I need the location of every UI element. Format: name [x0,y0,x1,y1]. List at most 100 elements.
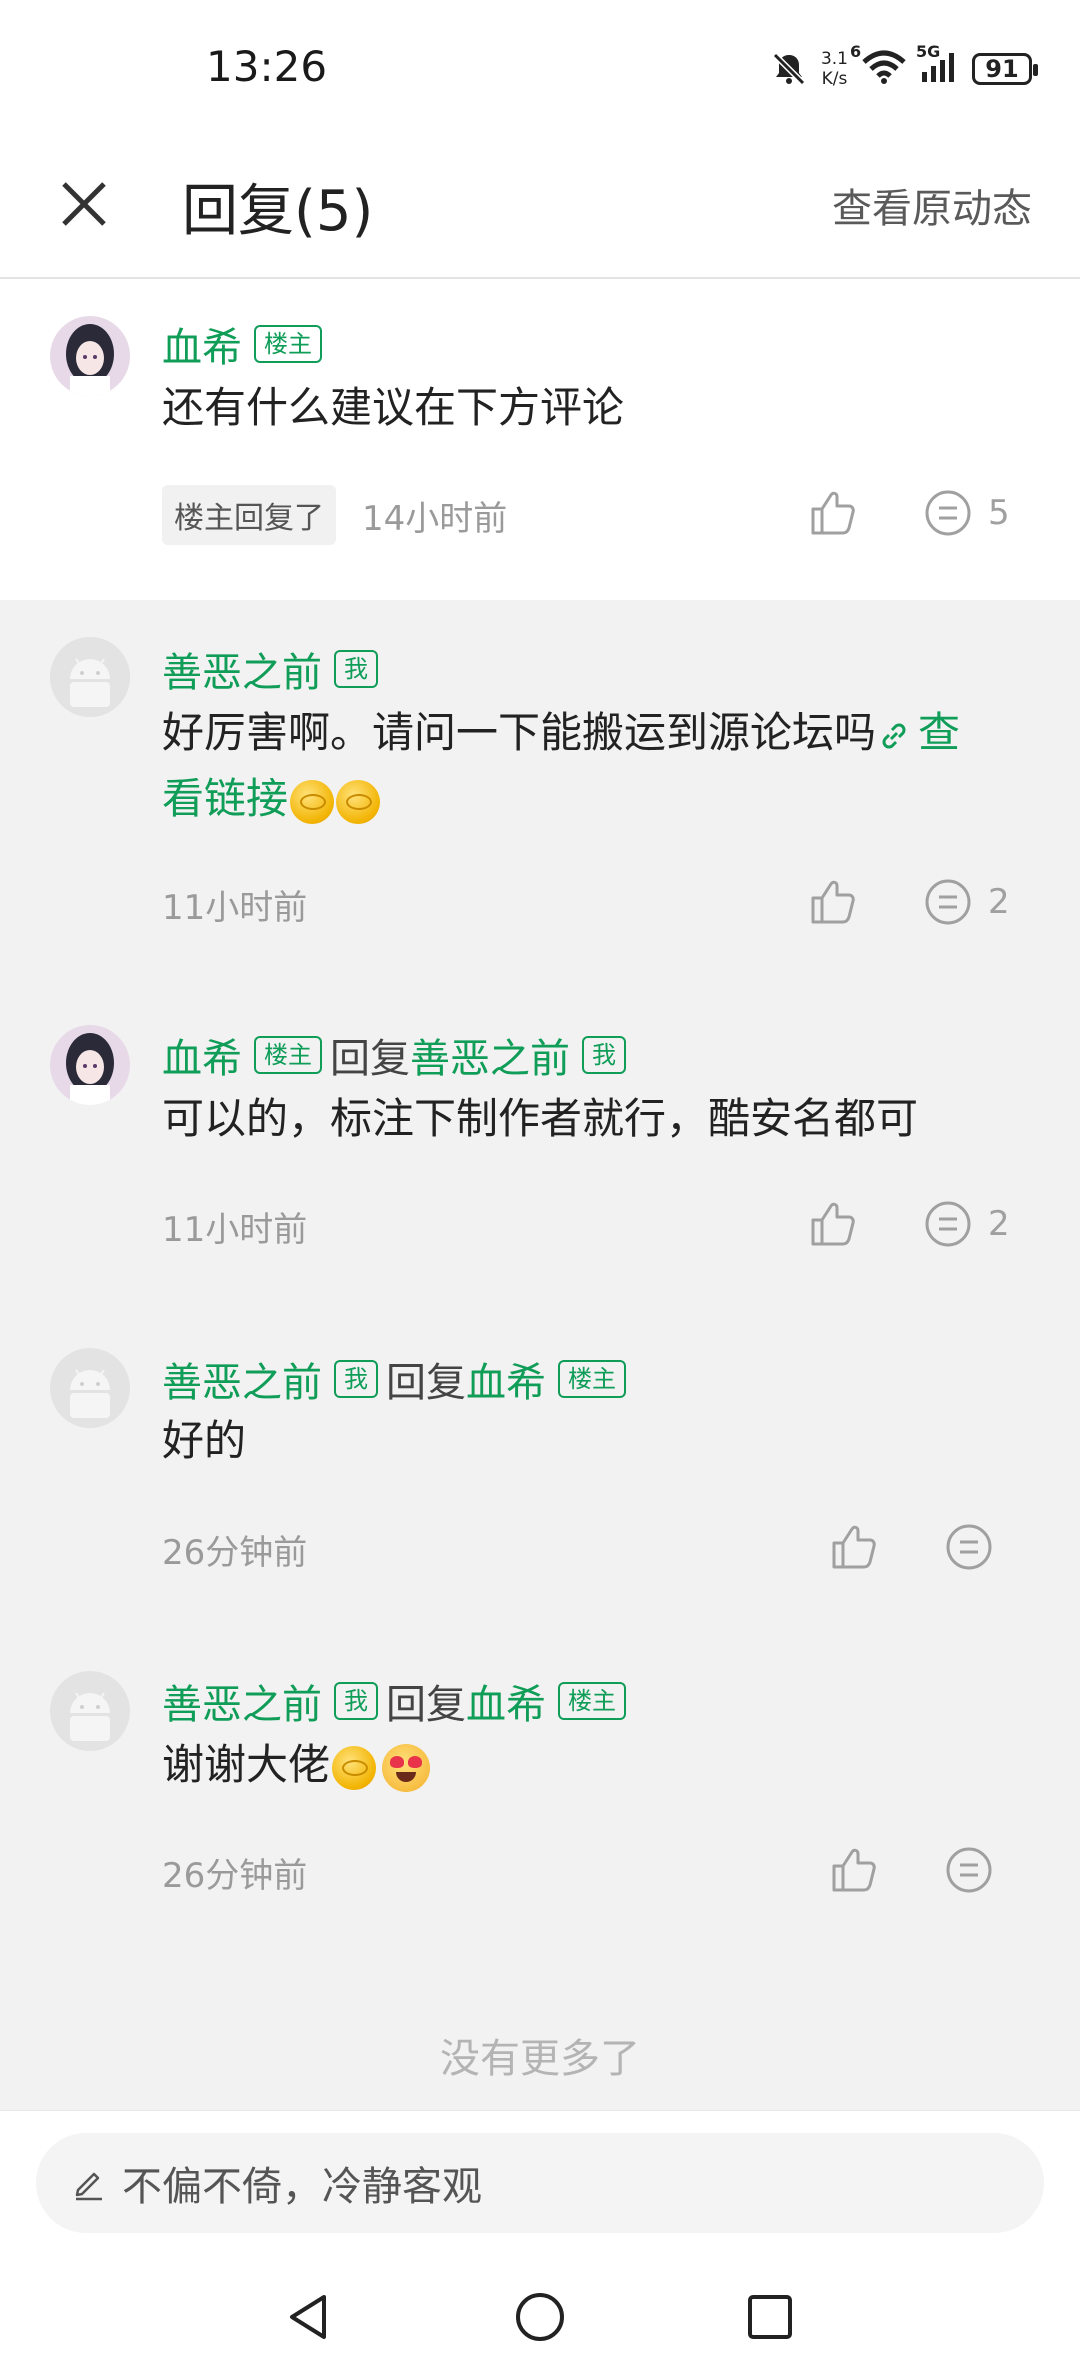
reply-author-line: 血希 楼主 回复 善恶之前 我 [162,1026,626,1084]
home-icon[interactable] [514,2291,566,2343]
net-speed-unit: K/s [821,69,848,89]
op-badge: 楼主 [558,1360,626,1398]
view-link-text-1: 查 [918,708,961,757]
reply-meta: 11小时前 [162,880,307,929]
comment-button[interactable] [943,1521,995,1573]
author-name[interactable]: 血希 [162,315,242,373]
reply-time: 26分钟前 [162,1856,308,1896]
reply-content: 可以的，标注下制作者就行，酷安名都可 [162,1094,919,1143]
status-icons: 3.1 K/s 6 5G 91 [769,42,1038,94]
reply-meta: 26分钟前 [162,1525,307,1574]
pencil-icon [75,2172,102,2201]
reply-to-name[interactable]: 血希 [466,1672,546,1730]
comment-input-placeholder: 不偏不倚，冷静客观 [122,2164,482,2210]
comment-input[interactable]: 不偏不倚，冷静客观 [36,2133,1044,2233]
page-title: 回复(5) [182,179,374,244]
comment-button[interactable]: 2 [922,1198,1010,1250]
comment-count: 2 [988,1204,1010,1244]
comment-icon [946,1524,992,1570]
comment-icon [925,1201,971,1247]
thumbs-up-icon [832,1525,876,1569]
thumbs-up-icon [832,1848,876,1892]
op-badge: 楼主 [254,1036,322,1074]
like-button[interactable] [807,487,859,539]
coin-emoji-icon [290,779,335,824]
comment-count: 5 [988,493,1010,533]
view-link-text-2: 看链接 [162,774,289,823]
reply-author-line: 善恶之前 我 回复 血希 楼主 [162,1672,626,1730]
mute-bell-icon [772,52,806,86]
like-button[interactable] [807,876,859,928]
author-name[interactable]: 善恶之前 [162,1672,322,1730]
me-badge: 我 [334,1682,378,1720]
reply-to-name[interactable]: 血希 [466,1350,546,1408]
status-time: 13:26 [206,42,328,91]
link-icon [882,723,906,748]
avatar[interactable] [50,1025,130,1105]
reply-content: 谢谢大佬 [162,1732,1042,1798]
comment-icon [925,490,971,536]
view-original-link[interactable]: 查看原动态 [832,176,1032,234]
author-name[interactable]: 善恶之前 [162,1350,322,1408]
reply-meta: 26分钟前 [162,1848,307,1897]
cell-label: 5G [916,42,941,61]
bottom-bar: 不偏不倚，冷静客观 [0,2110,1080,2377]
android-avatar-icon [50,1348,130,1428]
reply-author-line: 善恶之前 我 [162,640,378,698]
android-avatar-icon [50,1671,130,1751]
comment-button[interactable] [943,1844,995,1896]
recent-apps-icon[interactable] [744,2291,796,2343]
comment-icon [946,1847,992,1893]
back-icon[interactable] [284,2291,334,2343]
header: 回复(5) 查看原动态 [0,130,1080,279]
reply-word: 回复 [386,1682,466,1728]
author-name[interactable]: 血希 [162,1026,242,1084]
me-badge: 我 [582,1036,626,1074]
avatar[interactable] [50,1348,130,1428]
thumbs-up-icon [811,1202,855,1246]
op-badge: 楼主 [254,325,322,363]
net-speed: 3.1 K/s [821,49,848,89]
main-post: 血希 楼主 还有什么建议在下方评论 楼主回复了 14小时前 5 [0,279,1080,600]
reply-meta: 11小时前 [162,1202,307,1251]
like-button[interactable] [828,1521,880,1573]
close-icon[interactable] [54,174,114,234]
post-author-line: 血希 楼主 [162,315,322,373]
op-replied-badge: 楼主回复了 [162,485,336,545]
coin-emoji-icon [336,779,381,824]
battery-indicator: 91 [972,53,1038,85]
status-bar: 13:26 3.1 K/s 6 5G 91 [0,0,1080,130]
comment-button[interactable]: 5 [922,487,1010,539]
reply-author-line: 善恶之前 我 回复 血希 楼主 [162,1350,626,1408]
comment-button[interactable]: 2 [922,876,1010,928]
reply-word: 回复 [386,1360,466,1406]
reply-text: 谢谢大佬 [162,1740,331,1789]
cell-signal-icon: 5G [916,42,960,88]
heart-eyes-emoji-icon [382,1743,431,1792]
op-badge: 楼主 [558,1682,626,1720]
reply-content: 好厉害啊。请问一下能搬运到源论坛吗查看链接 [162,700,1042,832]
avatar[interactable] [50,637,130,717]
no-more-text: 没有更多了 [440,2036,640,2082]
post-content: 还有什么建议在下方评论 [162,383,625,432]
me-badge: 我 [334,650,378,688]
avatar[interactable] [50,316,130,396]
me-badge: 我 [334,1360,378,1398]
reply-text: 好厉害啊。请问一下能搬运到源论坛吗 [162,708,877,757]
reply-word: 回复 [330,1036,410,1082]
post-meta: 楼主回复了 14小时前 [162,485,507,545]
comment-count: 2 [988,882,1010,922]
reply-time: 11小时前 [162,888,308,928]
wifi-label: 6 [850,42,862,61]
reply-time: 26分钟前 [162,1533,308,1573]
author-name[interactable]: 善恶之前 [162,640,322,698]
like-button[interactable] [807,1198,859,1250]
post-time: 14小时前 [362,498,508,539]
reply-to-name[interactable]: 善恶之前 [410,1026,570,1084]
like-button[interactable] [828,1844,880,1896]
thumbs-up-icon [811,491,855,535]
avatar[interactable] [50,1671,130,1751]
thumbs-up-icon [811,880,855,924]
android-avatar-icon [50,637,130,717]
comment-icon [925,879,971,925]
